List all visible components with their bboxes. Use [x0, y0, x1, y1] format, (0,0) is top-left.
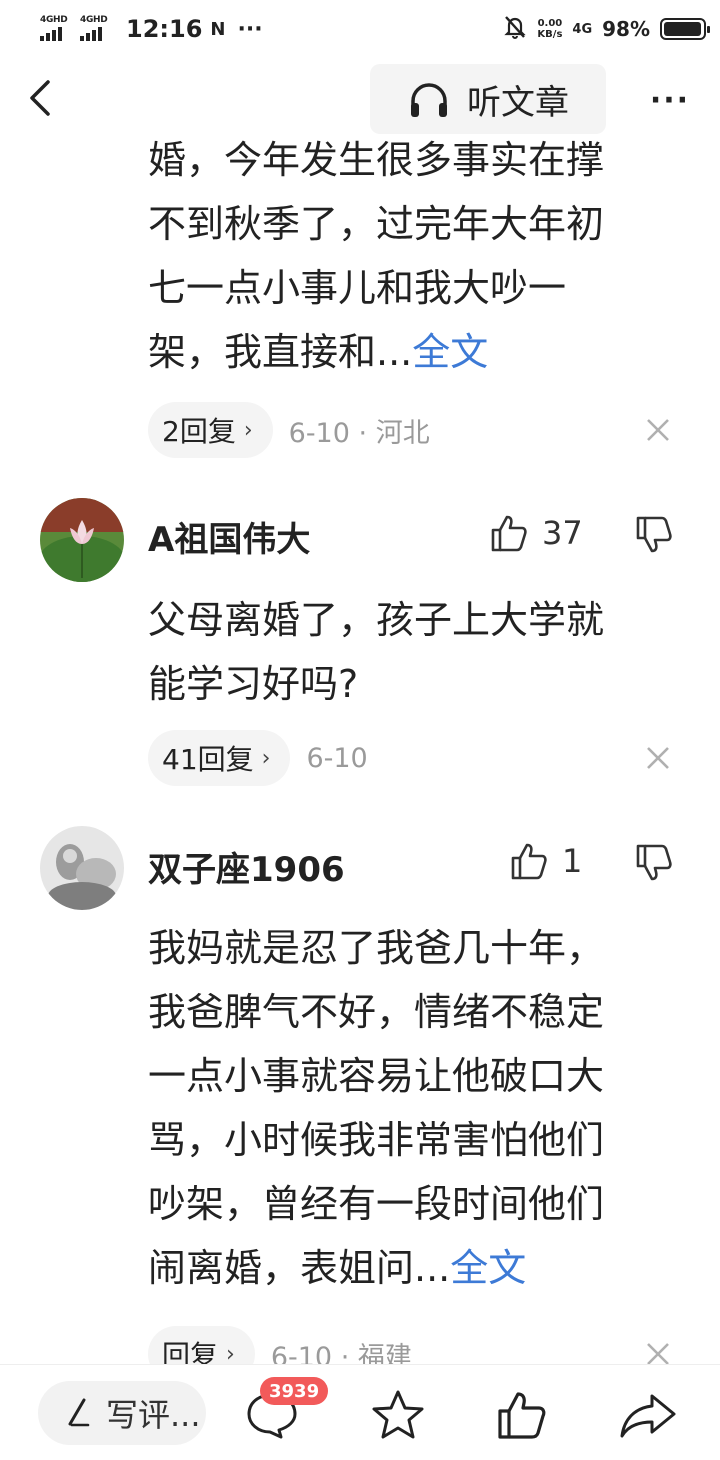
share-arrow-icon: [620, 1394, 676, 1438]
more-notifications-icon: ···: [237, 16, 263, 42]
comment-text: 婚，今年发生很多事实在撑 不到秋季了，过完年大年初 七一点小事儿和我大吵一 架，…: [148, 138, 605, 374]
network-speed: 0.00 KB/s: [537, 18, 563, 40]
star-icon: [372, 1390, 424, 1439]
dismiss-button[interactable]: [640, 412, 676, 448]
write-comment-input[interactable]: 写评...: [38, 1381, 206, 1445]
avatar[interactable]: [40, 498, 124, 582]
username[interactable]: A祖国伟大: [148, 512, 310, 561]
signal-icon-sim1: 4GHD: [40, 15, 72, 43]
like-button[interactable]: 1: [510, 836, 582, 886]
thumbs-down-icon: [636, 844, 672, 881]
close-icon: [647, 419, 669, 441]
chevron-right-icon: ›: [261, 745, 271, 771]
chevron-left-icon: [30, 80, 50, 116]
more-options-button[interactable]: ···: [648, 80, 692, 120]
comment-date-location: 6-10 · 河北: [288, 417, 430, 449]
favorite-button[interactable]: [366, 1383, 430, 1447]
pen-icon: [68, 1398, 90, 1427]
thumbs-down-icon: [636, 516, 672, 553]
listen-article-button[interactable]: 听文章: [370, 64, 606, 134]
mute-icon: [503, 14, 527, 44]
thumbs-up-icon: [491, 515, 527, 552]
comment-meta: 2回复 › 6-10 · 河北: [148, 401, 430, 459]
comment-date: 6-10: [306, 742, 368, 774]
listen-article-label: 听文章: [467, 82, 569, 123]
close-icon: [647, 747, 669, 769]
dislike-button[interactable]: [632, 839, 676, 887]
thumbs-up-icon: [511, 843, 547, 880]
comment-meta: 41回复 › 6-10: [148, 729, 368, 787]
battery-percent: 98%: [602, 17, 650, 41]
replies-button[interactable]: 41回复 ›: [148, 730, 291, 786]
back-button[interactable]: [20, 74, 60, 122]
avatar[interactable]: [40, 826, 124, 910]
chevron-right-icon: ›: [243, 417, 253, 443]
clock: 12:16: [126, 15, 203, 43]
username[interactable]: 双子座1906: [148, 842, 345, 891]
dislike-button[interactable]: [632, 511, 676, 559]
like-article-button[interactable]: [490, 1383, 554, 1447]
like-count: 37: [542, 514, 583, 552]
comment-text: 我妈就是忍了我爸几十年， 我爸脾气不好，情绪不稳定 一点小事就容易让他破口大 骂…: [148, 926, 605, 1290]
battery-icon: [660, 18, 710, 40]
like-button[interactable]: 37: [490, 508, 583, 558]
comment-text: 父母离婚了，孩子上大学就 能学习好吗?: [148, 598, 605, 706]
replies-button[interactable]: 2回复 ›: [148, 402, 273, 458]
signal-icon-sim2: 4GHD: [80, 15, 112, 43]
notification-icon: N: [210, 18, 226, 40]
sketch-avatar-image: [40, 826, 124, 910]
bottom-action-bar: 写评... 3939: [0, 1364, 720, 1460]
full-text-link[interactable]: 全文: [412, 330, 488, 374]
chevron-right-icon: ›: [226, 1341, 235, 1367]
battery-fill: [664, 22, 702, 36]
share-button[interactable]: [616, 1383, 680, 1447]
network-type: 4G: [572, 21, 593, 37]
write-comment-label: 写评...: [106, 1396, 201, 1434]
headphones-icon: [411, 83, 447, 117]
lotus-avatar-image: [40, 498, 124, 582]
thumbs-up-icon: [498, 1392, 546, 1439]
full-text-link[interactable]: 全文: [450, 1246, 526, 1290]
status-bar: 4GHD 4GHD 12:16 N ··· 0.00 KB/s 4G 98%: [0, 0, 720, 56]
like-count: 1: [562, 842, 583, 880]
dismiss-button[interactable]: [640, 740, 676, 776]
comment-count-badge: 3939: [260, 1377, 329, 1405]
